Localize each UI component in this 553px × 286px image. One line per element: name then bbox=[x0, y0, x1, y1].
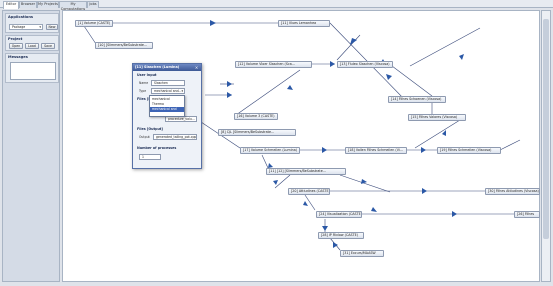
workflow-node[interactable]: [19] Filhes Schmeilen (Viscosa) bbox=[437, 147, 501, 154]
processes-field[interactable]: 1 bbox=[139, 154, 161, 160]
workflow-node[interactable]: [16] Volume 3 (CASTE) bbox=[234, 113, 278, 120]
workflow-node[interactable]: [11] Vlues Lemanhea bbox=[278, 20, 330, 27]
dialog-title-text: [11] Slaschen (Lumina) bbox=[135, 65, 180, 69]
type-label: Type bbox=[139, 89, 147, 93]
edge-arrow bbox=[422, 188, 427, 194]
edge-arrow bbox=[452, 211, 457, 217]
edge-arrow bbox=[227, 92, 232, 98]
chevron-down-icon: ▾ bbox=[181, 89, 183, 93]
workflow-node[interactable]: [11] [12] [Slimmers/BeSubstrate... bbox=[266, 168, 346, 175]
workflow-node[interactable]: [18] Vollen Filhes Schmeilen (Vi... bbox=[345, 147, 407, 154]
edge-arrow bbox=[330, 61, 335, 67]
workflow-node[interactable]: [14] Filhes Schoenen (Viscosa) bbox=[388, 96, 446, 103]
output-label: Output bbox=[139, 135, 150, 139]
edge-arrow bbox=[303, 201, 308, 206]
workflow-node[interactable]: [24] Visualization (CASTE) bbox=[316, 211, 362, 218]
workflow-node[interactable]: [31] Excurs/MAASW bbox=[340, 250, 384, 257]
edge bbox=[235, 69, 301, 116]
edge-arrow bbox=[227, 81, 232, 87]
edge bbox=[339, 174, 391, 193]
workflow-node[interactable]: [15] Filhes Valores (Viscosa) bbox=[408, 114, 466, 121]
edge-arrow bbox=[322, 226, 328, 231]
workflow-node[interactable]: [26] Filhes bbox=[514, 211, 540, 218]
workflow-node[interactable]: [12] Volume Vloer Slaschen (Sca... bbox=[235, 61, 312, 68]
edge bbox=[414, 119, 461, 149]
workflow-node[interactable]: [13] Fluleo Slaschen (Viscosa) bbox=[337, 61, 393, 68]
dialog-title[interactable]: [11] Slaschen (Lumina) bbox=[133, 64, 201, 71]
workflow-node[interactable]: [30] Filhes Attiudines (Viscosa) bbox=[485, 188, 540, 195]
edge-arrow bbox=[371, 207, 377, 212]
workflow-node[interactable]: [17] Volume Schmeilen (Lumina) bbox=[240, 147, 300, 154]
workflow-node[interactable]: [10] [Slimmers/BeSubstrate... bbox=[95, 42, 153, 49]
output-file-field[interactable]: generated_tailing_pot.cpp bbox=[153, 134, 197, 140]
edge bbox=[391, 65, 433, 97]
edge bbox=[304, 194, 316, 211]
edge-arrow bbox=[210, 20, 216, 26]
workflow-node[interactable]: [8] CJL [Slimmers/BeSubstrate... bbox=[218, 129, 296, 136]
type-select-value: mechanical and... bbox=[154, 89, 182, 93]
processes-heading: Number of processes bbox=[137, 146, 177, 150]
workflow-node[interactable]: [1] Volume (CASTE) bbox=[75, 20, 113, 27]
edge-arrow bbox=[322, 147, 327, 153]
dropdown-option-selected[interactable]: mechanical and thermal bbox=[150, 107, 184, 116]
workflow-node[interactable]: [20] Attiudines (CASTE) bbox=[288, 188, 330, 195]
name-label: Name bbox=[139, 81, 149, 85]
files-output-heading: Files [Output] bbox=[137, 127, 163, 131]
edge-arrow bbox=[386, 74, 392, 80]
edge-arrow bbox=[273, 180, 278, 185]
type-dropdown-list: mechanical Thermo mechanical and thermal bbox=[149, 95, 185, 117]
edge bbox=[261, 154, 269, 169]
name-field[interactable]: Slaschen bbox=[151, 80, 185, 86]
edge-arrow bbox=[459, 54, 464, 60]
edge bbox=[499, 139, 521, 151]
edge bbox=[83, 25, 97, 45]
edge-arrow bbox=[287, 85, 293, 90]
edge-arrow bbox=[421, 147, 426, 153]
workflow-edges bbox=[83, 20, 521, 251]
type-select[interactable]: mechanical and... ▾ bbox=[151, 88, 185, 94]
close-icon[interactable]: × bbox=[194, 65, 199, 70]
user-input-heading: User Input bbox=[137, 73, 157, 77]
edge bbox=[336, 34, 361, 61]
workflow-node[interactable]: [28] IP Rivlow (CASTE) bbox=[318, 232, 364, 239]
edge bbox=[409, 27, 481, 67]
